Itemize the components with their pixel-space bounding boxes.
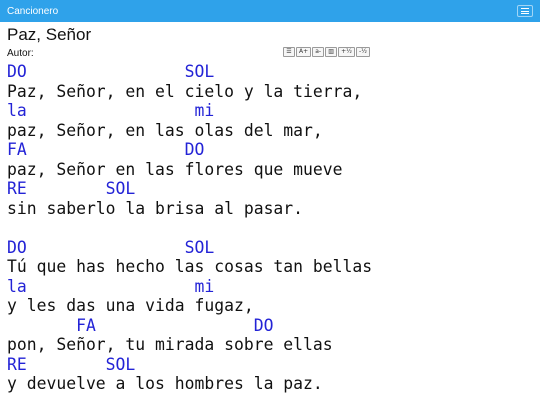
- lyric-line: sin saberlo la brisa al pasar.: [7, 198, 304, 218]
- verse-separator: [7, 218, 533, 238]
- lyric-line: y devuelve a los hombres la paz.: [7, 374, 323, 393]
- transpose-up-icon[interactable]: +½: [338, 47, 355, 57]
- chord-line: FA DO: [7, 315, 274, 335]
- lyric-line: pon, Señor, tu mirada sobre ellas: [7, 335, 333, 354]
- lyric-line: Paz, Señor, en el cielo y la tierra,: [7, 81, 363, 101]
- song-lyrics: DO SOL Paz, Señor, en el cielo y la tier…: [7, 62, 533, 394]
- author-label: Autor:: [7, 47, 34, 59]
- chord-line: DO SOL: [7, 237, 215, 257]
- font-increase-icon[interactable]: A+: [296, 47, 312, 57]
- lyric-line: Tú que has hecho las cosas tan bellas: [7, 257, 373, 276]
- font-decrease-icon[interactable]: a-: [312, 47, 325, 57]
- song-meta: Autor: ☰ A+ a- ▥ +½ -½: [7, 45, 533, 61]
- hamburger-menu-icon[interactable]: [517, 5, 533, 17]
- list-icon[interactable]: ☰: [283, 47, 295, 57]
- lyric-line: paz, Señor en las flores que mueve: [7, 159, 343, 179]
- chord-line: RE SOL: [7, 354, 136, 374]
- chord-line: FA DO: [7, 140, 205, 159]
- columns-icon[interactable]: ▥: [325, 47, 338, 57]
- chord-line: DO SOL: [7, 62, 215, 81]
- lyric-line: y les das una vida fugaz,: [7, 296, 254, 315]
- lyric-line: paz, Señor, en las olas del mar,: [7, 120, 323, 140]
- chord-line: la mi: [7, 101, 215, 120]
- top-navbar: Cancionero: [0, 0, 540, 22]
- song-content: Paz, Señor Autor: ☰ A+ a- ▥ +½ -½ DO SOL…: [0, 22, 540, 394]
- transpose-down-icon[interactable]: -½: [355, 47, 370, 57]
- song-title: Paz, Señor: [7, 25, 92, 44]
- chord-line: RE SOL: [7, 179, 136, 198]
- song-toolbar: ☰ A+ a- ▥ +½ -½: [283, 47, 370, 57]
- app-title[interactable]: Cancionero: [7, 6, 58, 17]
- chord-line: la mi: [7, 276, 215, 296]
